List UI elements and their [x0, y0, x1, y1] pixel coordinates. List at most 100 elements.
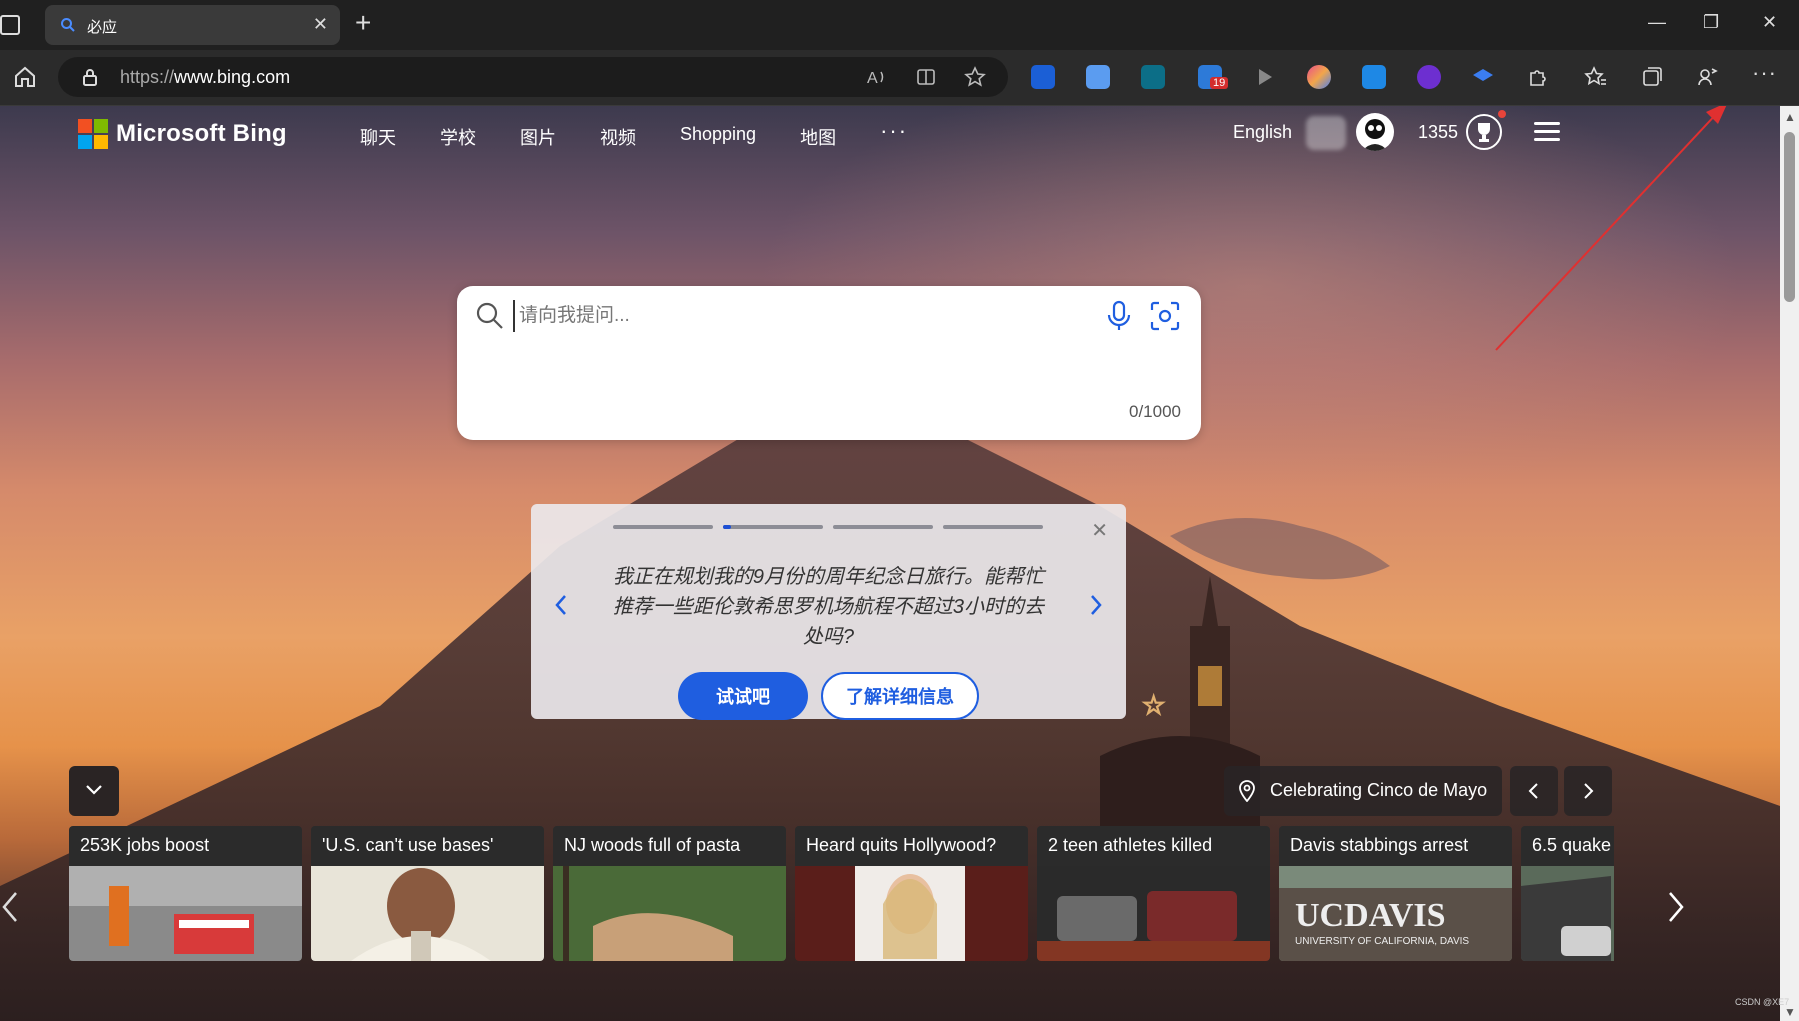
- nav-maps[interactable]: 地图: [800, 124, 836, 150]
- user-avatar-icon: [1362, 119, 1388, 151]
- news-headline: 'U.S. can't use bases': [322, 835, 494, 855]
- bing-homepage: ☆ Microsoft Bing 聊天 学校 图片 视频 Shopping 地图…: [0, 106, 1780, 1021]
- news-card[interactable]: 6.5 quake: [1521, 826, 1614, 961]
- extension-copilot-icon[interactable]: [1307, 65, 1331, 89]
- collapse-feed-button[interactable]: [69, 766, 119, 816]
- search-icon: [61, 18, 75, 32]
- close-icon[interactable]: ✕: [1091, 518, 1108, 543]
- news-thumbnail: [1037, 866, 1270, 961]
- previous-image-button[interactable]: [1510, 766, 1558, 816]
- nav-videos[interactable]: 视频: [600, 124, 636, 150]
- nav-images[interactable]: 图片: [520, 124, 556, 150]
- browser-essentials-icon[interactable]: [1696, 65, 1720, 89]
- progress-segment-active[interactable]: [723, 525, 823, 529]
- extension-en-icon[interactable]: [1417, 65, 1441, 89]
- news-carousel: 253K jobs boost 'U.S. can't use bases' N…: [69, 826, 1614, 961]
- close-window-icon[interactable]: ✕: [1762, 12, 1777, 33]
- watermark: CSDN @XE7: [1735, 997, 1790, 1007]
- location-pin-icon: [1239, 780, 1255, 802]
- chevron-left-icon: [1528, 783, 1538, 799]
- news-card[interactable]: 'U.S. can't use bases': [311, 826, 544, 961]
- progress-segment[interactable]: [943, 525, 1043, 529]
- home-icon[interactable]: [12, 64, 38, 90]
- language-toggle[interactable]: English: [1233, 122, 1292, 143]
- news-thumbnail: [311, 866, 544, 961]
- news-card[interactable]: NJ woods full of pasta: [553, 826, 786, 961]
- rewards-points[interactable]: 1355: [1418, 122, 1458, 143]
- svg-text:UCDAVIS: UCDAVIS: [1295, 897, 1446, 934]
- tab-title: 必应: [87, 19, 118, 36]
- progress-segment[interactable]: [613, 525, 713, 529]
- extension-chat-icon[interactable]: [1141, 65, 1165, 89]
- address-bar[interactable]: https://www.bing.com A: [58, 57, 1008, 97]
- minimize-icon[interactable]: —: [1648, 12, 1666, 33]
- favorites-icon[interactable]: [1584, 65, 1608, 89]
- learn-more-button[interactable]: 了解详细信息: [821, 672, 979, 720]
- new-tab-button[interactable]: +: [355, 9, 371, 37]
- account-name-blurred[interactable]: [1306, 116, 1346, 150]
- split-screen-icon[interactable]: [915, 66, 937, 88]
- restore-icon[interactable]: ❐: [1703, 12, 1719, 33]
- news-thumbnail: UCDAVIS UNIVERSITY OF CALIFORNIA, DAVIS: [1279, 866, 1512, 961]
- prompt-suggestion-text: 我正在规划我的9月份的周年纪念日旅行。能帮忙推荐一些距伦敦希思罗机场航程不超过3…: [612, 566, 1045, 648]
- news-card[interactable]: 2 teen athletes killed: [1037, 826, 1270, 961]
- news-thumbnail: [1521, 866, 1614, 961]
- tab-actions-icon[interactable]: [0, 15, 20, 35]
- microphone-icon[interactable]: [1105, 300, 1133, 332]
- top-navigation: 聊天 学校 图片 视频 Shopping 地图 ···: [360, 120, 908, 150]
- nav-shopping[interactable]: Shopping: [680, 124, 756, 150]
- image-location-label: Celebrating Cinco de Mayo: [1270, 780, 1488, 800]
- image-info-chip[interactable]: Celebrating Cinco de Mayo: [1224, 766, 1502, 816]
- url-text[interactable]: https://www.bing.com: [120, 67, 290, 88]
- search-icon: [476, 302, 503, 329]
- page-scrollbar[interactable]: ▲ ▼: [1780, 106, 1799, 1021]
- scroll-up-icon[interactable]: ▲: [1784, 110, 1796, 124]
- news-headline: Davis stabbings arrest: [1290, 835, 1469, 855]
- news-scroll-left-icon[interactable]: [0, 889, 22, 925]
- settings-more-icon[interactable]: ···: [1752, 60, 1776, 85]
- search-box: 0/1000: [457, 286, 1201, 440]
- nav-more-button[interactable]: ···: [880, 120, 908, 150]
- lock-icon[interactable]: [80, 67, 100, 87]
- news-card[interactable]: Heard quits Hollywood?: [795, 826, 1028, 961]
- visual-search-icon[interactable]: [1149, 300, 1181, 332]
- extension-play-icon[interactable]: [1252, 65, 1276, 89]
- browser-tab-bing[interactable]: 必应 ✕: [45, 5, 340, 45]
- try-it-button[interactable]: 试试吧: [678, 672, 808, 720]
- extension-doc-icon[interactable]: [1086, 65, 1110, 89]
- news-card[interactable]: Davis stabbings arrest UCDAVIS UNIVERSIT…: [1279, 826, 1512, 961]
- news-scroll-right-icon[interactable]: [1664, 889, 1686, 925]
- progress-segment[interactable]: [833, 525, 933, 529]
- tab-close-icon[interactable]: ✕: [313, 14, 328, 35]
- news-card[interactable]: 253K jobs boost: [69, 826, 302, 961]
- svg-text:UNIVERSITY OF CALIFORNIA, DAVI: UNIVERSITY OF CALIFORNIA, DAVIS: [1295, 936, 1469, 947]
- microsoft-logo-icon: [78, 119, 108, 149]
- chevron-left-icon[interactable]: [551, 592, 571, 618]
- avatar[interactable]: [1356, 113, 1394, 151]
- extensions-puzzle-icon[interactable]: [1526, 65, 1550, 89]
- read-aloud-icon[interactable]: A: [866, 66, 888, 88]
- news-headline: 2 teen athletes killed: [1048, 835, 1213, 855]
- search-input[interactable]: [513, 300, 1041, 332]
- collections-icon[interactable]: [1640, 65, 1664, 89]
- nav-school[interactable]: 学校: [440, 124, 476, 150]
- favorite-star-icon[interactable]: [964, 66, 986, 88]
- annotation-arrow: [1495, 106, 1727, 351]
- news-thumbnail: [69, 866, 302, 961]
- extension-shield-icon[interactable]: [1031, 65, 1055, 89]
- chevron-right-icon[interactable]: [1086, 592, 1106, 618]
- scroll-down-icon[interactable]: ▼: [1784, 1005, 1796, 1019]
- scrollbar-thumb[interactable]: [1784, 132, 1795, 302]
- svg-text:A: A: [867, 70, 878, 87]
- next-image-button[interactable]: [1564, 766, 1612, 816]
- brand-name: Microsoft Bing: [116, 120, 287, 147]
- nav-chat[interactable]: 聊天: [360, 124, 396, 150]
- bing-logo[interactable]: Microsoft Bing: [78, 118, 287, 150]
- news-headline: 253K jobs boost: [80, 835, 210, 855]
- extension-z-icon[interactable]: [1362, 65, 1386, 89]
- news-thumbnail: [553, 866, 786, 961]
- extension-badge: 19: [1210, 77, 1229, 89]
- carousel-progress: [613, 525, 1053, 529]
- news-headline: NJ woods full of pasta: [564, 835, 741, 855]
- extension-cap-icon[interactable]: [1471, 65, 1495, 89]
